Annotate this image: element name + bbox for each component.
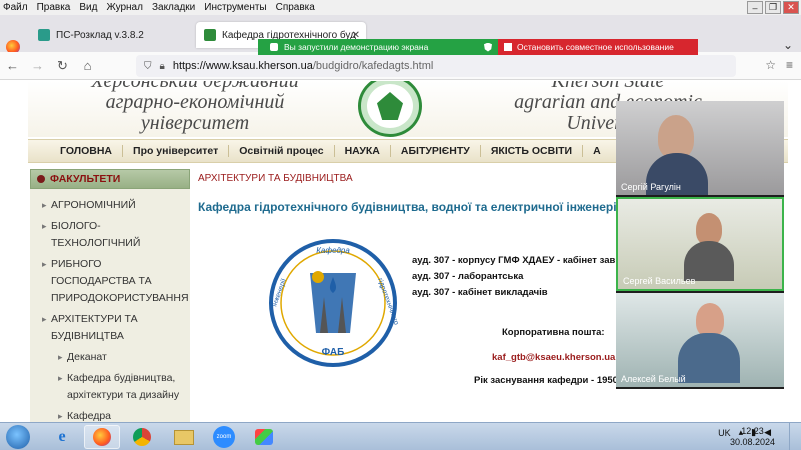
tab-ps-rozklad[interactable]: ПС-Розклад v.3.8.2 bbox=[30, 22, 190, 48]
share-notice-text: Вы запустили демонстрацию экрана bbox=[284, 42, 429, 52]
url-bar[interactable]: ⛉ 🔒︎ https://www.ksau.kherson.ua/budgidr… bbox=[136, 55, 736, 77]
stop-sharing-label: Остановить совместное использование bbox=[517, 42, 674, 52]
nav-about[interactable]: Про університет bbox=[123, 145, 230, 157]
menu-view[interactable]: Вид bbox=[79, 2, 97, 13]
language-indicator[interactable]: UK bbox=[718, 428, 731, 438]
menu-bar: Файл Правка Вид Журнал Закладки Инструме… bbox=[0, 0, 801, 15]
list-tabs-icon[interactable]: ⌄ bbox=[783, 38, 793, 52]
video-participants-panel: Сергій Рагулін Сергей Васильев Алексей Б… bbox=[616, 101, 784, 389]
university-name-ua-line: університет bbox=[140, 112, 250, 134]
page-title: Кафедра гідротехнічного будівництва, вод… bbox=[198, 200, 620, 214]
save-to-pocket-icon[interactable]: ☆ bbox=[765, 58, 776, 72]
room-line: ауд. 307 - корпусу ГМФ ХДАЕУ - кабінет з… bbox=[412, 255, 616, 266]
menu-tools[interactable]: Инструменты bbox=[204, 2, 266, 13]
room-line: ауд. 307 - кабінет викладачів bbox=[412, 287, 548, 298]
sidebar-header-label: ФАКУЛЬТЕТИ bbox=[50, 173, 121, 185]
system-clock[interactable]: 12:23 30.08.2024 bbox=[730, 426, 775, 448]
show-desktop-button[interactable] bbox=[789, 423, 801, 450]
menu-history[interactable]: Журнал bbox=[106, 2, 143, 13]
sidebar-item-biotech[interactable]: БІОЛОГО-ТЕХНОЛОГІЧНИЙ bbox=[42, 218, 154, 252]
url-domain: https://www.ksau.kherson.ua bbox=[172, 60, 313, 72]
participant-video bbox=[684, 241, 734, 281]
department-logo: Кафедра інженерії гідротехнічного ФАБ bbox=[269, 239, 401, 367]
participant-name: Сергій Рагулін bbox=[621, 182, 681, 192]
video-tile[interactable]: Сергій Рагулін bbox=[616, 101, 784, 195]
bullet-icon bbox=[37, 175, 45, 183]
nav-education[interactable]: Освітній процес bbox=[229, 145, 335, 157]
navigation-bar: ← → ↻ ⌂ ⛉ 🔒︎ https://www.ksau.kherson.ua… bbox=[0, 52, 801, 80]
minimize-button[interactable]: – bbox=[747, 1, 763, 14]
start-button[interactable] bbox=[6, 425, 30, 449]
menu-edit[interactable]: Правка bbox=[37, 2, 71, 13]
share-notice: Вы запустили демонстрацию экрана bbox=[258, 39, 498, 55]
share-indicator-icon bbox=[270, 43, 278, 51]
nav-home[interactable]: ГОЛОВНА bbox=[50, 145, 124, 157]
participant-name: Алексей Белый bbox=[621, 374, 686, 384]
clock-time: 12:23 bbox=[741, 426, 764, 436]
clock-date: 30.08.2024 bbox=[729, 437, 775, 447]
home-button[interactable]: ⌂ bbox=[75, 58, 100, 73]
nav-science[interactable]: НАУКА bbox=[335, 145, 391, 157]
paint-icon[interactable] bbox=[246, 425, 282, 449]
restore-button[interactable]: ❐ bbox=[765, 1, 781, 14]
internet-explorer-icon[interactable]: e bbox=[44, 425, 80, 449]
rooms-list: ауд. 307 - корпусу ГМФ ХДАЕУ - кабінет з… bbox=[412, 253, 615, 301]
forward-button[interactable]: → bbox=[25, 58, 50, 73]
sidebar-header: ФАКУЛЬТЕТИ bbox=[30, 169, 190, 189]
sidebar-item-deanery[interactable]: Деканат bbox=[58, 349, 186, 366]
breadcrumb[interactable]: АРХІТЕКТУРИ ТА БУДІВНИЦТВА bbox=[198, 173, 618, 184]
tab-favicon-icon bbox=[38, 29, 50, 41]
email-link[interactable]: kaf_gtb@ksaeu.kherson.ua bbox=[492, 352, 615, 363]
participant-name: Сергей Васильев bbox=[623, 276, 696, 286]
nav-quality[interactable]: ЯКІСТЬ ОСВІТИ bbox=[481, 145, 584, 157]
reload-button[interactable]: ↻ bbox=[50, 58, 75, 74]
close-window-button[interactable]: ✕ bbox=[783, 1, 799, 14]
university-name-ua-line: аграрно-економічний bbox=[105, 91, 285, 113]
screen-share-bar: Вы запустили демонстрацию экрана Останов… bbox=[258, 39, 698, 55]
sidebar-item-agronomic[interactable]: АГРОНОМІЧНИЙ bbox=[42, 197, 186, 214]
url-path: /budgidro/kafedagts.html bbox=[312, 60, 434, 72]
menu-help[interactable]: Справка bbox=[276, 2, 315, 13]
nav-more[interactable]: А bbox=[583, 145, 611, 157]
shield-icon[interactable]: ⛉ bbox=[144, 61, 152, 72]
faculties-sidebar: ФАКУЛЬТЕТИ АГРОНОМІЧНИЙ БІОЛОГО-ТЕХНОЛОГ… bbox=[30, 169, 190, 422]
zoom-label: zoom bbox=[213, 426, 235, 448]
lock-icon[interactable]: 🔒︎ bbox=[160, 61, 165, 72]
room-line: ауд. 307 - лаборантська bbox=[412, 271, 524, 282]
participant-video bbox=[678, 333, 740, 383]
firefox-icon[interactable] bbox=[84, 425, 120, 449]
logo-fab-text: ФАБ bbox=[322, 347, 345, 358]
tab-label: ПС-Розклад v.3.8.2 bbox=[56, 29, 144, 41]
sidebar-item-architecture[interactable]: АРХІТЕКТУРИ ТА БУДІВНИЦТВА bbox=[42, 311, 154, 345]
video-tile-active-speaker[interactable]: Сергей Васильев bbox=[616, 197, 784, 291]
tab-favicon-icon bbox=[204, 29, 216, 41]
participant-video bbox=[696, 303, 724, 337]
taskbar: e zoom UK ▴ ▮ ◀ 12:23 30.08.2024 bbox=[0, 422, 801, 450]
sidebar-item-dept-construction[interactable]: Кафедра будівництва, архітектури та диза… bbox=[58, 370, 185, 404]
nav-applicants[interactable]: АБІТУРІЄНТУ bbox=[391, 145, 481, 157]
university-name-ua: Херсонський державний аграрно-економічни… bbox=[90, 81, 300, 134]
menu-file[interactable]: Файл bbox=[3, 2, 28, 13]
shield-icon bbox=[484, 42, 492, 52]
back-button[interactable]: ← bbox=[0, 58, 25, 73]
menu-bookmarks[interactable]: Закладки bbox=[152, 2, 195, 13]
stop-sharing-button[interactable]: Остановить совместное использование bbox=[498, 39, 698, 55]
sidebar-item-fishery[interactable]: РИБНОГО ГОСПОДАРСТВА ТА ПРИРОДОКОРИСТУВА… bbox=[42, 256, 189, 307]
sidebar-item-dept-hydro[interactable]: Кафедра гідротехнічного будівництва, вод… bbox=[58, 408, 185, 422]
chrome-icon[interactable] bbox=[124, 425, 160, 449]
url-text[interactable]: https://www.ksau.kherson.ua/budgidro/kaf… bbox=[173, 60, 433, 72]
founded-year: Рік заснування кафедри - 1950 bbox=[474, 375, 618, 386]
stop-icon bbox=[504, 43, 512, 51]
file-explorer-icon[interactable] bbox=[166, 425, 202, 449]
university-logo[interactable] bbox=[358, 81, 422, 137]
main-content: АРХІТЕКТУРИ ТА БУДІВНИЦТВА Кафедра гідро… bbox=[198, 169, 620, 386]
video-tile[interactable]: Алексей Белый bbox=[616, 293, 784, 387]
menu-icon[interactable]: ≡ bbox=[786, 58, 793, 72]
zoom-icon[interactable]: zoom bbox=[206, 425, 242, 449]
corporate-email-label: Корпоративна пошта: bbox=[502, 327, 605, 338]
logo-top-text: Кафедра bbox=[316, 246, 350, 255]
